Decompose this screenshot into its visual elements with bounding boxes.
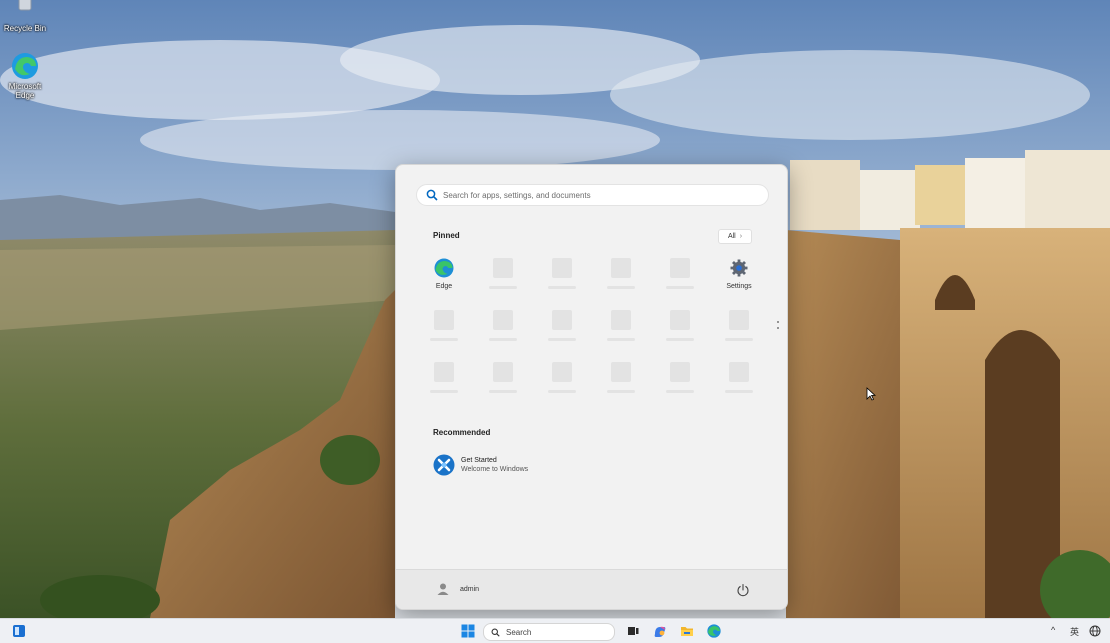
pinned-placeholder [601, 362, 641, 393]
pinned-app-settings[interactable]: Settings [719, 258, 759, 290]
all-apps-button[interactable]: All › [718, 229, 752, 244]
desktop-icon-label: Recycle Bin [3, 24, 47, 33]
start-menu: Pinned All › Edge [395, 164, 788, 610]
desktop-icon-edge[interactable]: Microsoft Edge [0, 52, 50, 100]
pinned-title: Pinned [433, 231, 460, 240]
chevron-right-icon: › [739, 233, 743, 240]
app-label: Edge [435, 283, 453, 290]
desktop-icon-label: Microsoft Edge [8, 82, 42, 100]
start-search-input[interactable] [443, 190, 743, 200]
edge-icon [434, 258, 454, 278]
recommended-item-get-started[interactable]: Get Started Welcome to Windows [433, 454, 528, 476]
desktop-icon-recycle-bin[interactable]: Recycle Bin [0, 0, 50, 33]
get-started-icon [433, 454, 455, 476]
taskbar: Search ^ 英 [0, 618, 1110, 643]
pinned-placeholder [424, 310, 464, 341]
pinned-placeholder [719, 310, 759, 341]
pinned-placeholder [660, 258, 700, 289]
recommended-item-title: Get Started [461, 457, 497, 464]
power-icon[interactable] [736, 583, 750, 597]
mouse-cursor-icon [866, 387, 876, 401]
pinned-placeholder [483, 310, 523, 341]
pinned-placeholder [542, 258, 582, 289]
file-explorer-icon[interactable] [680, 624, 694, 638]
pinned-app-edge[interactable]: Edge [424, 258, 464, 290]
app-label: Settings [726, 283, 752, 290]
pinned-placeholder [601, 258, 641, 289]
pinned-placeholder [542, 310, 582, 341]
start-search-box[interactable] [416, 184, 769, 206]
user-name: admin [460, 585, 480, 593]
ime-indicator[interactable]: 英 [1070, 625, 1079, 638]
pinned-placeholder [483, 258, 523, 289]
pinned-placeholder [542, 362, 582, 393]
search-icon [491, 628, 500, 637]
pinned-placeholder [660, 310, 700, 341]
recommended-title: Recommended [433, 428, 491, 437]
pinned-placeholder [483, 362, 523, 393]
taskbar-search-label: Search [506, 627, 532, 637]
settings-gear-icon [729, 258, 749, 278]
task-view-icon[interactable] [626, 624, 640, 638]
search-icon [426, 189, 438, 201]
recommended-item-subtitle: Welcome to Windows [461, 466, 529, 473]
pinned-placeholder [719, 362, 759, 393]
pinned-page-indicator[interactable] [776, 321, 780, 333]
tray-overflow-chevron[interactable]: ^ [1051, 625, 1055, 635]
copilot-icon[interactable] [653, 624, 667, 638]
edge-icon [11, 52, 39, 80]
widgets-icon[interactable] [12, 624, 26, 638]
user-account-button[interactable]: admin [436, 582, 479, 596]
pinned-placeholder [601, 310, 641, 341]
pinned-placeholder [660, 362, 700, 393]
globe-icon[interactable] [1089, 625, 1101, 637]
edge-icon[interactable] [707, 624, 721, 638]
all-apps-label: All [727, 233, 736, 240]
user-avatar-icon [437, 583, 449, 595]
start-menu-footer: admin [396, 569, 787, 609]
recycle-bin-icon [11, 0, 39, 22]
taskbar-search[interactable]: Search [483, 623, 615, 641]
pinned-placeholder [424, 362, 464, 393]
start-icon[interactable] [461, 624, 475, 638]
